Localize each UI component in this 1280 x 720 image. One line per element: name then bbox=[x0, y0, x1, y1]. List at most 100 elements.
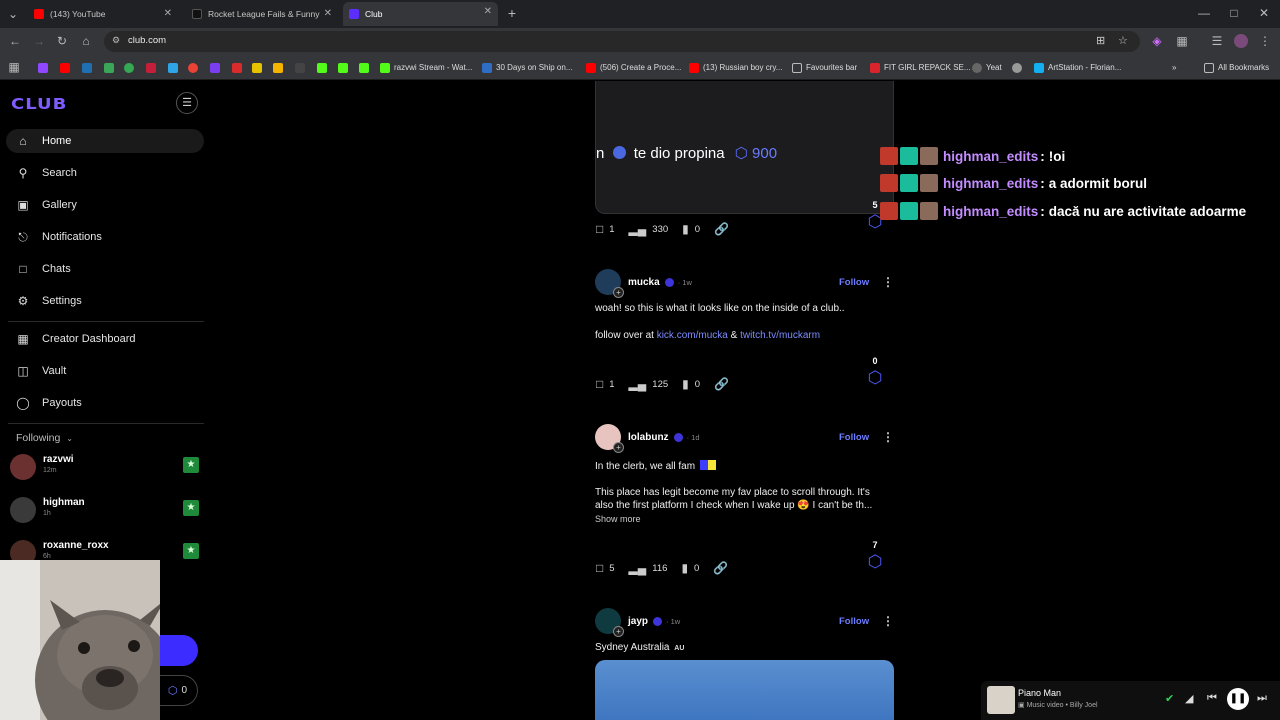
reload-icon[interactable]: ↻ bbox=[55, 34, 69, 48]
tab-list-chevron-icon[interactable]: ⌄ bbox=[6, 7, 20, 21]
follow-plus-icon[interactable]: + bbox=[613, 626, 624, 637]
follow-plus-icon[interactable]: + bbox=[613, 442, 624, 453]
sidebar-item-home[interactable]: ⌂ Home bbox=[6, 129, 204, 153]
pause-button[interactable]: ❚❚ bbox=[1227, 688, 1249, 710]
follow-plus-icon[interactable]: + bbox=[613, 287, 624, 298]
sidebar-item-payouts[interactable]: ◯ Payouts bbox=[6, 391, 204, 415]
follow-button[interactable]: Follow bbox=[839, 616, 869, 627]
post-username[interactable]: lolabunz bbox=[628, 432, 669, 443]
post-username[interactable]: jayp bbox=[628, 616, 648, 627]
home-browser-icon[interactable]: ⌂ bbox=[79, 34, 93, 48]
bookmark-create-procedure[interactable]: (506) Create a Proce... bbox=[586, 61, 681, 74]
following-item-razvwi[interactable]: razvwi 12m ★ bbox=[10, 454, 202, 484]
bookmark-icon-only[interactable] bbox=[168, 61, 182, 74]
sidebar-item-settings[interactable]: ⚙ Settings bbox=[6, 289, 204, 313]
address-bar[interactable]: ⚙ club.com ⊞ ☆ bbox=[104, 31, 1140, 52]
bookmark-icon-only[interactable] bbox=[317, 61, 331, 74]
speaker-icon[interactable]: ◢ bbox=[1185, 692, 1193, 705]
bookmark-icon-only[interactable] bbox=[359, 61, 373, 74]
sidebar-item-search[interactable]: ⚲ Search bbox=[6, 161, 204, 185]
menu-icon[interactable]: ☰ bbox=[176, 92, 198, 114]
bookmark-icon[interactable]: ▮ bbox=[681, 561, 688, 575]
bookmark-icon-only[interactable] bbox=[232, 61, 246, 74]
more-options-icon[interactable]: ⋮ bbox=[882, 430, 894, 444]
new-tab-icon[interactable]: + bbox=[505, 6, 519, 20]
follow-button[interactable]: Follow bbox=[839, 432, 869, 443]
tip-points-button[interactable]: 0 ⬡ bbox=[864, 356, 886, 388]
bookmark-icon-only[interactable] bbox=[338, 61, 352, 74]
bookmark-icon-only[interactable] bbox=[210, 61, 224, 74]
bookmark-fitgirl[interactable]: FIT GIRL REPACK SE... bbox=[870, 61, 971, 74]
maximize-icon[interactable]: □ bbox=[1227, 6, 1241, 20]
comment-icon[interactable]: □ bbox=[596, 222, 603, 236]
sidebar-item-gallery[interactable]: ▣ Gallery bbox=[6, 193, 204, 217]
points-balance-button[interactable]: ⬡ 0 bbox=[158, 675, 198, 706]
bookmark-icon-only[interactable] bbox=[188, 61, 202, 74]
bookmark-icon-only[interactable] bbox=[82, 61, 96, 74]
tip-points-button[interactable]: 7 ⬡ bbox=[864, 540, 886, 572]
back-icon[interactable]: ← bbox=[8, 34, 22, 48]
post-media-card[interactable]: n te dio propina ⬡ 900 bbox=[595, 81, 894, 214]
avatar[interactable]: + bbox=[595, 269, 624, 298]
minimize-icon[interactable]: — bbox=[1197, 6, 1211, 20]
next-track-icon[interactable]: ⏭ bbox=[1257, 692, 1267, 705]
sidebar-item-vault[interactable]: ◫ Vault bbox=[6, 359, 204, 383]
bookmark-icon-only[interactable] bbox=[104, 61, 118, 74]
more-options-icon[interactable]: ⋮ bbox=[882, 614, 894, 628]
post-link-twitch[interactable]: twitch.tv/muckarm bbox=[740, 330, 820, 341]
club-logo[interactable]: CLUB bbox=[11, 96, 67, 114]
bookmark-russian-boy[interactable]: (13) Russian boy cry... bbox=[689, 61, 782, 74]
bookmark-icon-only[interactable] bbox=[1012, 61, 1026, 74]
post-image[interactable] bbox=[595, 660, 894, 720]
share-link-icon[interactable]: 🔗 bbox=[714, 222, 729, 236]
close-tab-icon[interactable]: ✕ bbox=[320, 8, 332, 19]
post-link-kick[interactable]: kick.com/mucka bbox=[657, 330, 728, 341]
bookmark-razvwi-stream[interactable]: razvwi Stream - Wat... bbox=[380, 61, 472, 74]
bookmark-star-icon[interactable]: ☆ bbox=[1118, 34, 1128, 47]
apps-grid-icon[interactable]: ▦ bbox=[7, 60, 21, 74]
media-control-icon[interactable]: ☰ bbox=[1210, 34, 1224, 48]
bookmark-yeat[interactable]: Yeat bbox=[972, 61, 1002, 74]
comment-icon[interactable]: □ bbox=[596, 377, 603, 391]
bookmark-icon-only[interactable] bbox=[38, 61, 52, 74]
comment-icon[interactable]: □ bbox=[596, 561, 603, 575]
close-tab-icon[interactable]: ✕ bbox=[484, 6, 492, 17]
bookmark-icon-only[interactable] bbox=[60, 61, 74, 74]
bookmark-artstation[interactable]: ArtStation - Florian... bbox=[1034, 61, 1121, 74]
site-info-icon[interactable]: ⚙ bbox=[112, 35, 120, 46]
close-tab-icon[interactable]: ✕ bbox=[164, 8, 172, 19]
sidebar-item-chats[interactable]: □ Chats bbox=[6, 257, 204, 281]
share-link-icon[interactable]: 🔗 bbox=[713, 561, 728, 575]
avatar[interactable]: + bbox=[595, 424, 624, 453]
more-bookmarks-chevron-icon[interactable]: » bbox=[1172, 61, 1176, 74]
previous-track-icon[interactable]: ⏮ bbox=[1207, 692, 1217, 705]
browser-menu-icon[interactable]: ⋮ bbox=[1258, 34, 1272, 48]
more-options-icon[interactable]: ⋮ bbox=[882, 275, 894, 289]
show-more-link[interactable]: Show more bbox=[595, 514, 641, 524]
follow-button[interactable]: Follow bbox=[839, 277, 869, 288]
bookmark-icon-only[interactable] bbox=[124, 61, 138, 74]
bookmark-icon-only[interactable] bbox=[252, 61, 266, 74]
tab-club[interactable]: Club ✕ bbox=[343, 2, 498, 26]
check-icon[interactable]: ✔ bbox=[1165, 692, 1174, 705]
bookmark-icon-only[interactable] bbox=[146, 61, 160, 74]
following-item-highman[interactable]: highman 1h ★ bbox=[10, 497, 202, 527]
post-username[interactable]: mucka bbox=[628, 277, 660, 288]
bookmark-icon-only[interactable] bbox=[273, 61, 287, 74]
following-toggle[interactable]: Following ⌄ bbox=[16, 432, 73, 444]
profile-avatar-icon[interactable] bbox=[1234, 34, 1248, 48]
tab-rocket-league[interactable]: Rocket League Fails & Funny M ✕ bbox=[188, 4, 338, 24]
bookmark-icon[interactable]: ▮ bbox=[682, 377, 689, 391]
tab-youtube[interactable]: (143) YouTube ✕ bbox=[30, 4, 178, 24]
forward-icon[interactable]: → bbox=[32, 34, 46, 48]
bookmark-30-days-ship[interactable]: 30 Days on Ship on... bbox=[482, 61, 573, 74]
window-close-icon[interactable]: ✕ bbox=[1257, 6, 1271, 20]
install-app-icon[interactable]: ⊞ bbox=[1096, 34, 1105, 47]
sidebar-item-notifications[interactable]: ⎋ Notifications bbox=[6, 225, 204, 249]
all-bookmarks-folder[interactable]: All Bookmarks bbox=[1204, 61, 1269, 74]
bookmark-favourites-folder[interactable]: Favourites bar bbox=[792, 61, 857, 74]
share-link-icon[interactable]: 🔗 bbox=[714, 377, 729, 391]
bookmark-icon[interactable]: ▮ bbox=[682, 222, 689, 236]
bookmark-icon-only[interactable] bbox=[295, 61, 309, 74]
create-post-button[interactable] bbox=[158, 635, 198, 666]
